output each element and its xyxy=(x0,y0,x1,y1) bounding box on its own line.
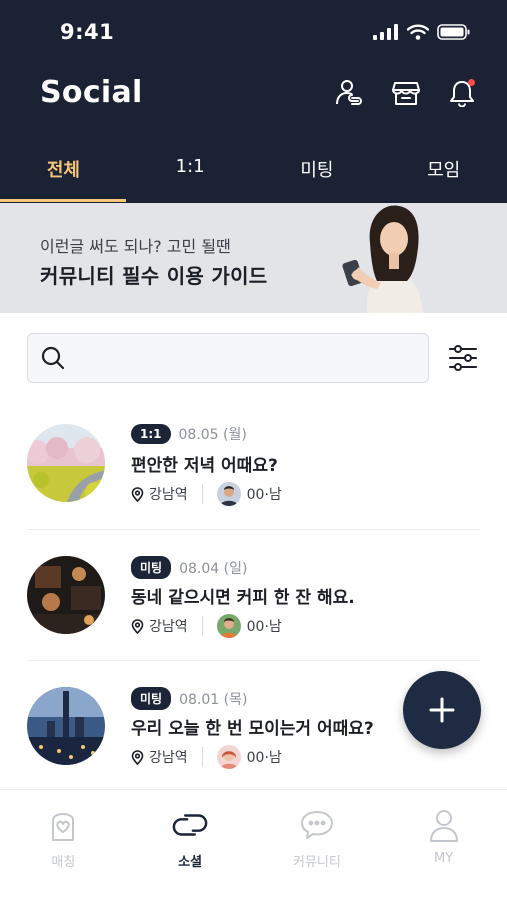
chat-bubble-icon xyxy=(300,811,333,839)
post-meta: 미팅 08.01 (목) xyxy=(131,687,247,710)
filter-button[interactable] xyxy=(447,342,479,374)
tab-one-on-one[interactable]: 1:1 xyxy=(127,145,254,203)
battery-icon xyxy=(437,24,470,40)
post-meta: 미팅 08.04 (일) xyxy=(131,556,247,579)
nav-item-my[interactable]: MY xyxy=(380,790,507,900)
post-date: 08.05 (월) xyxy=(178,427,247,443)
plus-icon xyxy=(429,697,455,723)
post-thumbnail xyxy=(27,556,105,634)
nav-item-matching[interactable]: 매칭 xyxy=(0,790,127,900)
post-type-badge: 1:1 xyxy=(131,424,171,444)
post-date: 08.01 (목) xyxy=(179,691,248,708)
heart-card-icon xyxy=(52,813,75,841)
post-meta: 1:1 08.05 (월) xyxy=(131,424,247,444)
post-title: 우리 오늘 한 번 모이는거 어때요? xyxy=(131,719,374,739)
search-icon xyxy=(41,346,65,370)
post-author-text: 00·남 xyxy=(246,487,282,503)
post-location: 강남역 xyxy=(131,747,203,767)
location-pin-icon xyxy=(131,618,144,634)
banner-title: 커뮤니티 필수 이용 가이드 xyxy=(40,264,268,288)
post-author-text: 00·남 xyxy=(246,619,282,635)
avatar xyxy=(216,745,241,769)
post-date: 08.04 (일) xyxy=(179,560,248,577)
nav-item-social[interactable]: 소셜 xyxy=(127,790,254,900)
sliders-icon xyxy=(449,345,477,371)
guide-banner[interactable]: 이런글 써도 되나? 고민 될땐 커뮤니티 필수 이용 가이드 xyxy=(0,203,507,313)
post-title: 동네 같으시면 커피 한 잔 해요. xyxy=(131,588,355,608)
search-input[interactable] xyxy=(27,333,429,383)
post-info: 강남역 00·남 xyxy=(131,745,282,769)
tab-gathering[interactable]: 모임 xyxy=(380,145,507,203)
notification-button[interactable] xyxy=(447,78,477,108)
bottom-navigation: 매칭 소셜 커뮤니티 MY xyxy=(0,789,507,900)
avatar xyxy=(216,614,241,638)
post-location-text: 강남역 xyxy=(149,619,188,635)
post-author: 00·남 xyxy=(203,482,282,506)
post-location-text: 강남역 xyxy=(149,750,188,766)
post-type-badge: 미팅 xyxy=(131,556,172,579)
person-icon xyxy=(429,810,458,842)
post-type-badge: 미팅 xyxy=(131,687,172,710)
friends-button[interactable] xyxy=(335,78,365,108)
post-info: 강남역 00·남 xyxy=(131,482,282,506)
location-pin-icon xyxy=(131,486,144,502)
post-location: 강남역 xyxy=(131,616,203,636)
status-time: 9:41 xyxy=(60,20,115,44)
page-title: Social xyxy=(40,75,143,110)
status-bar: 9:41 xyxy=(0,0,507,62)
header-actions xyxy=(335,78,477,108)
store-button[interactable] xyxy=(391,78,421,108)
post-item[interactable]: 1:1 08.05 (월) 편안한 저녁 어때요? 강남역 00·남 xyxy=(27,398,480,529)
app-header: 9:41 Social 전체 1:1 미팅 모임 xyxy=(0,0,507,203)
post-thumbnail xyxy=(27,687,105,765)
post-location: 강남역 xyxy=(131,484,203,504)
tab-meeting[interactable]: 미팅 xyxy=(254,145,381,203)
link-icon xyxy=(172,814,208,836)
post-info: 강남역 00·남 xyxy=(131,614,282,638)
nav-label: 소셜 xyxy=(178,855,203,870)
status-icons xyxy=(373,24,471,40)
post-title: 편안한 저녁 어때요? xyxy=(131,456,278,476)
store-icon xyxy=(392,82,420,105)
post-author-text: 00·남 xyxy=(246,750,282,766)
banner-person-illustration xyxy=(342,205,423,313)
location-pin-icon xyxy=(131,749,144,765)
post-author: 00·남 xyxy=(203,614,282,638)
notification-dot xyxy=(468,79,475,86)
nav-label: 매칭 xyxy=(51,855,76,870)
banner-subtitle: 이런글 써도 되나? 고민 될땐 xyxy=(40,237,231,256)
create-post-button[interactable] xyxy=(403,671,481,749)
nav-item-community[interactable]: 커뮤니티 xyxy=(254,790,381,900)
wifi-icon xyxy=(407,24,429,40)
post-thumbnail xyxy=(27,424,105,502)
post-author: 00·남 xyxy=(203,745,282,769)
nav-label: MY xyxy=(434,851,454,866)
people-link-icon xyxy=(336,80,362,105)
nav-label: 커뮤니티 xyxy=(292,855,341,870)
category-tabs: 전체 1:1 미팅 모임 xyxy=(0,145,507,203)
signal-icon xyxy=(373,24,398,40)
avatar xyxy=(216,482,241,506)
tab-all[interactable]: 전체 xyxy=(0,145,127,203)
post-location-text: 강남역 xyxy=(149,487,188,503)
post-item[interactable]: 미팅 08.04 (일) 동네 같으시면 커피 한 잔 해요. 강남역 00·남 xyxy=(27,529,480,660)
